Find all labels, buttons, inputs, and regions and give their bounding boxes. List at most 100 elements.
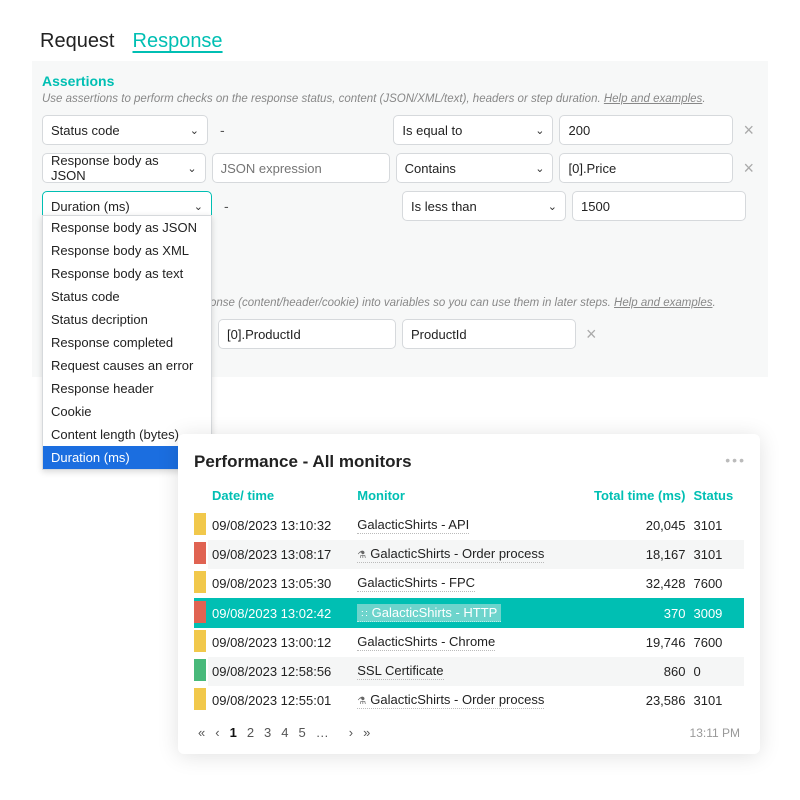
- pager-page[interactable]: …: [316, 725, 329, 740]
- assertion-row: Status code ⌄ - Is equal to ⌄ ×: [42, 115, 758, 145]
- assertion-operator-select[interactable]: Is equal to ⌄: [393, 115, 553, 145]
- col-datetime[interactable]: Date/ time: [208, 482, 353, 511]
- cell-status: 7600: [689, 628, 744, 657]
- assertion-operator-select[interactable]: Is less than ⌄: [402, 191, 566, 221]
- cell-totaltime: 860: [576, 657, 690, 686]
- variable-name-input[interactable]: [402, 319, 576, 349]
- variables-hint-text: onse (content/header/cookie) into variab…: [210, 297, 611, 309]
- cell-monitor[interactable]: GalacticShirts - API: [353, 511, 576, 540]
- pager-time: 13:11 PM: [690, 726, 740, 740]
- assertion-source-select[interactable]: Response body as JSON ⌄: [42, 153, 206, 183]
- dropdown-option[interactable]: Response body as XML: [43, 239, 211, 262]
- assertion-operator-label: Is equal to: [402, 123, 462, 138]
- cell-monitor[interactable]: GalacticShirts - FPC: [353, 569, 576, 598]
- pager-last[interactable]: »: [363, 725, 370, 740]
- status-indicator: [194, 659, 206, 681]
- dropdown-option[interactable]: Status code: [43, 285, 211, 308]
- col-totaltime[interactable]: Total time (ms): [576, 482, 690, 511]
- pager-first[interactable]: «: [198, 725, 205, 740]
- assertion-value-input[interactable]: [559, 115, 733, 145]
- cell-status: 3101: [689, 511, 744, 540]
- tab-response[interactable]: Response: [133, 30, 223, 53]
- variable-remove-button[interactable]: ×: [582, 325, 601, 343]
- chevron-down-icon: ⌄: [548, 200, 557, 213]
- dropdown-option[interactable]: Request causes an error: [43, 354, 211, 377]
- chevron-down-icon: ⌄: [535, 124, 544, 137]
- assertion-operator-select[interactable]: Contains ⌄: [396, 153, 554, 183]
- pager-next[interactable]: ›: [349, 725, 353, 740]
- assertions-hint: Use assertions to perform checks on the …: [42, 93, 758, 105]
- cell-totaltime: 18,167: [576, 540, 690, 569]
- performance-card: Performance - All monitors ••• Date/ tim…: [178, 434, 760, 754]
- cell-status: 3101: [689, 686, 744, 715]
- cell-datetime: 09/08/2023 13:00:12: [208, 628, 353, 657]
- assertion-value-input[interactable]: [572, 191, 746, 221]
- cell-status: 0: [689, 657, 744, 686]
- cell-monitor[interactable]: ∷GalacticShirts - HTTP: [353, 598, 576, 628]
- assertions-hint-text: Use assertions to perform checks on the …: [42, 93, 601, 105]
- grid-icon: ∷: [361, 609, 367, 620]
- tab-bar: Request Response: [0, 0, 800, 61]
- status-indicator: [194, 601, 206, 623]
- pager-page[interactable]: 3: [264, 725, 271, 740]
- col-monitor[interactable]: Monitor: [353, 482, 576, 511]
- table-row[interactable]: 09/08/2023 13:10:32GalacticShirts - API2…: [194, 511, 744, 540]
- variables-help-link[interactable]: Help and examples: [614, 297, 712, 309]
- pager-page[interactable]: 5: [299, 725, 306, 740]
- pager: « ‹ 12345 … › » 13:11 PM: [194, 715, 744, 744]
- variable-expression-input[interactable]: [218, 319, 396, 349]
- cell-totaltime: 20,045: [576, 511, 690, 540]
- table-row[interactable]: 09/08/2023 12:55:01⚗GalacticShirts - Ord…: [194, 686, 744, 715]
- flask-icon: ⚗: [357, 550, 366, 561]
- assertion-expression-input[interactable]: [212, 153, 390, 183]
- cell-datetime: 09/08/2023 13:05:30: [208, 569, 353, 598]
- assertions-title: Assertions: [42, 73, 758, 89]
- assertions-help-link[interactable]: Help and examples: [604, 93, 702, 105]
- cell-totaltime: 23,586: [576, 686, 690, 715]
- cell-datetime: 09/08/2023 12:55:01: [208, 686, 353, 715]
- table-row[interactable]: 09/08/2023 12:58:56SSL Certificate8600: [194, 657, 744, 686]
- assertion-operator-label: Contains: [405, 161, 456, 176]
- cell-status: 3009: [689, 598, 744, 628]
- more-icon[interactable]: •••: [725, 452, 746, 468]
- table-row[interactable]: 09/08/2023 13:00:12GalacticShirts - Chro…: [194, 628, 744, 657]
- flask-icon: ⚗: [357, 696, 366, 707]
- dropdown-option[interactable]: Status decription: [43, 308, 211, 331]
- pager-prev[interactable]: ‹: [215, 725, 219, 740]
- chevron-down-icon: ⌄: [194, 200, 203, 213]
- cell-monitor[interactable]: SSL Certificate: [353, 657, 576, 686]
- assertion-source-dropdown[interactable]: Response body as JSONResponse body as XM…: [42, 215, 212, 470]
- table-row[interactable]: 09/08/2023 13:08:17⚗GalacticShirts - Ord…: [194, 540, 744, 569]
- status-indicator: [194, 630, 206, 652]
- cell-datetime: 09/08/2023 13:10:32: [208, 511, 353, 540]
- cell-monitor[interactable]: ⚗GalacticShirts - Order process: [353, 540, 576, 569]
- pager-page[interactable]: 1: [230, 725, 237, 740]
- chevron-down-icon: ⌄: [190, 124, 199, 137]
- dropdown-option[interactable]: Response completed: [43, 331, 211, 354]
- dropdown-option[interactable]: Response body as text: [43, 262, 211, 285]
- assertion-source-select[interactable]: Status code ⌄: [42, 115, 208, 145]
- assertion-remove-button[interactable]: ×: [739, 121, 758, 139]
- cell-monitor[interactable]: GalacticShirts - Chrome: [353, 628, 576, 657]
- table-row[interactable]: 09/08/2023 13:02:42∷GalacticShirts - HTT…: [194, 598, 744, 628]
- assertion-remove-button[interactable]: ×: [739, 159, 758, 177]
- assertion-source-label: Duration (ms): [51, 199, 130, 214]
- assertion-value-input[interactable]: [559, 153, 733, 183]
- pager-page[interactable]: 2: [247, 725, 254, 740]
- pager-page[interactable]: 4: [281, 725, 288, 740]
- assertion-row: Response body as JSON ⌄ Contains ⌄ ×: [42, 153, 758, 183]
- dropdown-option[interactable]: Response header: [43, 377, 211, 400]
- dropdown-option[interactable]: Cookie: [43, 400, 211, 423]
- chevron-down-icon: ⌄: [535, 162, 544, 175]
- assertion-operator-label: Is less than: [411, 199, 477, 214]
- dropdown-option[interactable]: Response body as JSON: [43, 216, 211, 239]
- cell-status: 3101: [689, 540, 744, 569]
- chevron-down-icon: ⌄: [187, 162, 196, 175]
- tab-request[interactable]: Request: [40, 30, 115, 53]
- cell-totaltime: 32,428: [576, 569, 690, 598]
- cell-monitor[interactable]: ⚗GalacticShirts - Order process: [353, 686, 576, 715]
- col-status[interactable]: Status: [689, 482, 744, 511]
- table-row[interactable]: 09/08/2023 13:05:30GalacticShirts - FPC3…: [194, 569, 744, 598]
- assertion-expression-dash: -: [218, 198, 396, 214]
- cell-datetime: 09/08/2023 13:08:17: [208, 540, 353, 569]
